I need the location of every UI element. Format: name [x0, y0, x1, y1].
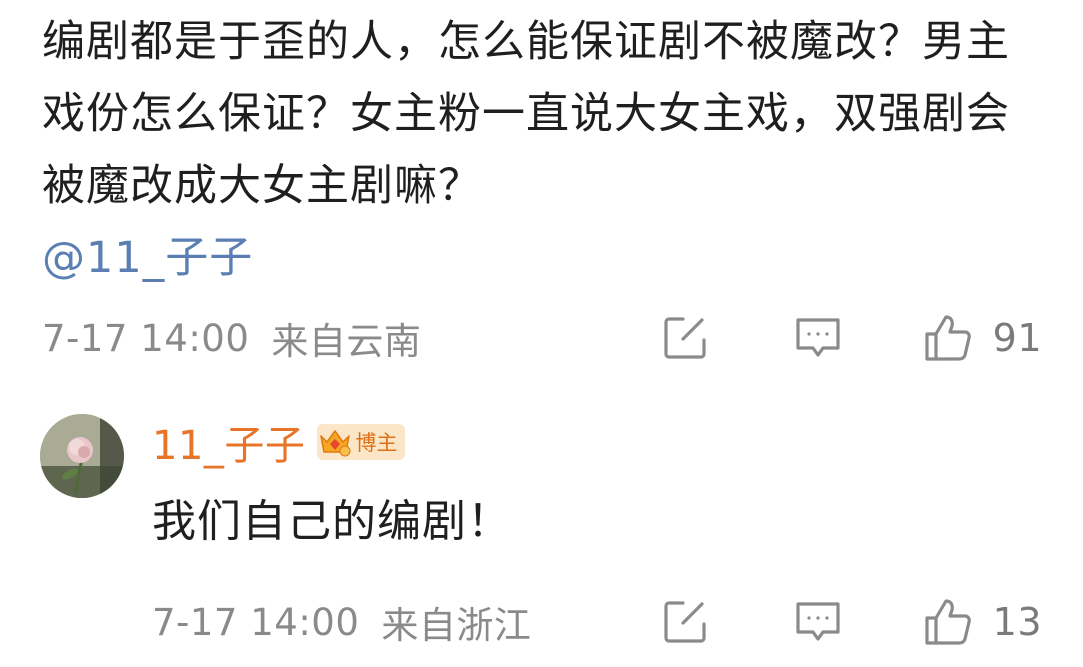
reply-actions: 13 [661, 592, 1042, 652]
main-comment-body: 编剧都是于歪的人，怎么能保证剧不被魔改？男主戏份怎么保证？女主粉一直说大女主戏，… [42, 17, 1010, 211]
reply-username[interactable]: 11_子子 [152, 413, 305, 471]
like-icon[interactable] [923, 313, 973, 363]
main-comment-meta: 7-17 14:00 来自云南 91 [42, 308, 1042, 368]
reply-text: 我们自己的编剧！ [152, 496, 512, 547]
like-button[interactable]: 91 [923, 313, 1042, 363]
share-icon[interactable] [661, 597, 711, 647]
main-comment-time: 7-17 14:00 [42, 316, 250, 360]
crown-badge-icon [317, 424, 353, 460]
like-button[interactable]: 13 [923, 597, 1042, 647]
main-comment-actions: 91 [661, 308, 1042, 368]
badge-label: 博主 [355, 431, 398, 455]
main-comment-text: 编剧都是于歪的人，怎么能保证剧不被魔改？男主戏份怎么保证？女主粉一直说大女主戏，… [42, 6, 1032, 294]
like-count: 91 [992, 316, 1042, 360]
like-count: 13 [992, 600, 1042, 644]
mention-link[interactable]: @11_子子 [42, 222, 253, 294]
share-icon[interactable] [661, 313, 711, 363]
main-comment-location: 来自云南 [271, 320, 422, 363]
reply-header: 11_子子 博主 [152, 413, 406, 471]
blogger-badge: 博主 [317, 424, 406, 460]
like-icon[interactable] [923, 597, 973, 647]
comment-icon[interactable] [793, 313, 843, 363]
reply-location: 来自浙江 [381, 604, 532, 647]
avatar[interactable] [40, 414, 124, 498]
reply-time: 7-17 14:00 [152, 600, 360, 644]
comment-icon[interactable] [793, 597, 843, 647]
reply-meta: 7-17 14:00 来自浙江 13 [152, 592, 1042, 652]
